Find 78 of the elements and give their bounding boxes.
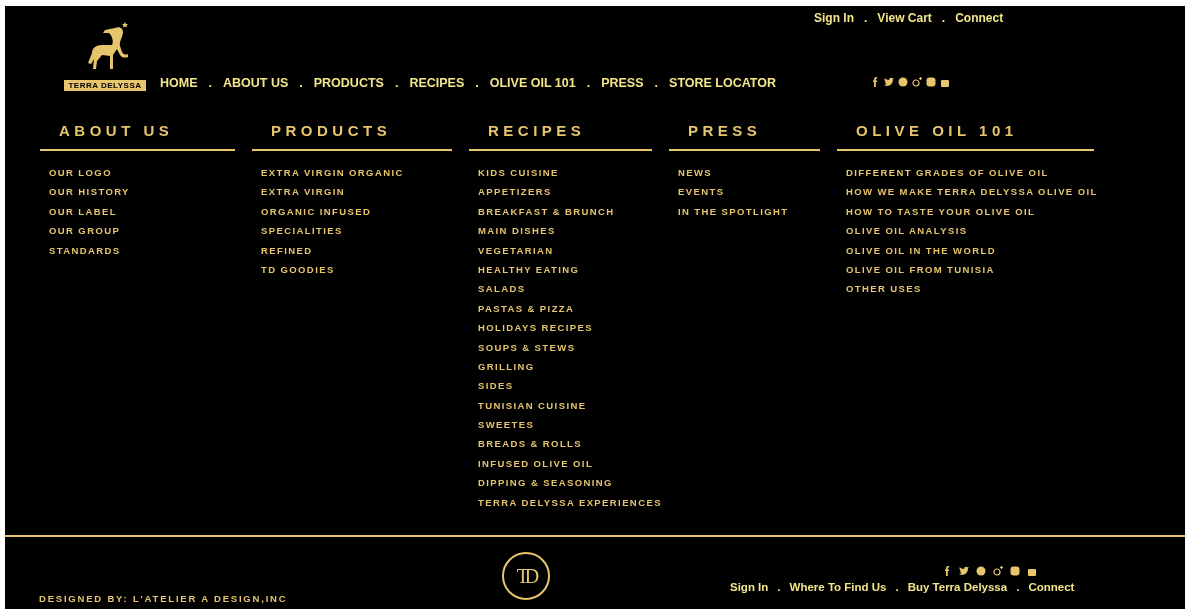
nav-link[interactable]: ABOUT US [223, 76, 289, 90]
footer-link[interactable]: Buy Terra Delyssa [907, 581, 1008, 593]
menu-link[interactable]: TUNISIAN CUISINE [478, 399, 587, 411]
menu-link[interactable]: HEALTHY EATING [478, 263, 580, 275]
footer-link[interactable]: Connect [1028, 581, 1075, 593]
footer-link[interactable]: Where To Find Us [789, 581, 887, 593]
menu-link[interactable]: OLIVE OIL FROM TUNISIA [846, 263, 995, 275]
menu-heading: ABOUT US [40, 118, 235, 151]
menu-link[interactable]: SPECIALITIES [261, 225, 343, 237]
menu-link[interactable]: HOW WE MAKE TERRA DELYSSA OLIVE OIL [846, 186, 1098, 198]
menu-link[interactable]: OUR LABEL [49, 205, 117, 217]
menu-link[interactable]: OUR HISTORY [49, 186, 130, 198]
facebook-icon[interactable] [870, 77, 880, 87]
menu-link[interactable]: HOLIDAYS RECIPES [478, 322, 593, 334]
header-link[interactable]: Sign In [814, 11, 854, 25]
separator-dot: . [895, 581, 899, 593]
menu-link[interactable]: EXTRA VIRGIN [261, 186, 345, 198]
menu-link[interactable]: HOW TO TASTE YOUR OLIVE OIL [846, 205, 1036, 217]
nav-link[interactable]: PRESS [601, 76, 644, 90]
menu-heading: OLIVE OIL 101 [837, 118, 1094, 151]
separator-dot: . [475, 76, 479, 90]
separator-dot: . [777, 581, 781, 593]
google-plus-icon[interactable] [912, 77, 922, 87]
nav-link[interactable]: STORE LOCATOR [669, 76, 776, 90]
separator-dot: . [586, 76, 591, 90]
menu-link[interactable]: KIDS CUISINE [478, 167, 559, 178]
menu-link[interactable]: SIDES [478, 380, 514, 392]
twitter-icon[interactable] [959, 566, 969, 576]
menu-link[interactable]: REFINED [261, 244, 313, 256]
separator-dot: . [941, 11, 946, 25]
nav-link[interactable]: PRODUCTS [313, 76, 384, 90]
facebook-icon[interactable] [942, 566, 952, 576]
menu-link[interactable]: EVENTS [678, 186, 725, 198]
nav-link[interactable]: OLIVE OIL 101 [489, 76, 576, 90]
header-link[interactable]: View Cart [877, 11, 932, 25]
menu-link[interactable]: TERRA DELYSSA EXPERIENCES [478, 496, 662, 508]
menu-link[interactable]: SWEETES [478, 419, 535, 431]
menu-link[interactable]: DIFFERENT GRADES OF OLIVE OIL [846, 167, 1049, 178]
menu-link[interactable]: PASTAS & PIZZA [478, 302, 575, 314]
menu-link[interactable]: APPETIZERS [478, 186, 552, 198]
menu-heading: PRODUCTS [252, 118, 452, 151]
google-plus-icon[interactable] [993, 566, 1003, 576]
menu-link[interactable]: INFUSED OLIVE OIL [478, 457, 594, 469]
menu-link[interactable]: BREAKFAST & BRUNCH [478, 205, 615, 217]
separator-dot: . [394, 76, 399, 90]
header-link[interactable]: Connect [955, 11, 1004, 25]
nav-link[interactable]: HOME [160, 76, 198, 90]
menu-link[interactable]: EXTRA VIRGIN ORGANIC [261, 167, 404, 178]
menu-link[interactable]: TD GOODIES [261, 263, 335, 275]
menu-link[interactable]: IN THE SPOTLIGHT [678, 205, 789, 217]
separator-dot: . [1016, 581, 1020, 593]
twitter-icon[interactable] [884, 77, 894, 87]
menu-link[interactable]: ORGANIC INFUSED [261, 205, 372, 217]
menu-heading: PRESS [669, 118, 820, 151]
menu-link[interactable]: NEWS [678, 167, 713, 178]
designer-credit: DESIGNED BY: L'ATELIER A DESIGN,INC [39, 593, 288, 604]
menu-heading: RECIPES [469, 118, 652, 151]
separator-dot: . [654, 76, 659, 90]
footer-link[interactable]: Sign In [730, 581, 769, 593]
menu-link[interactable]: OLIVE OIL IN THE WORLD [846, 244, 996, 256]
separator-dot: . [864, 11, 868, 25]
menu-link[interactable]: MAIN DISHES [478, 225, 556, 237]
menu-link[interactable]: GRILLING [478, 360, 535, 372]
menu-link[interactable]: STANDARDS [49, 244, 121, 256]
nav-link[interactable]: RECIPES [409, 76, 465, 90]
monogram-logo: TD [502, 552, 550, 600]
separator-dot: . [299, 76, 303, 90]
menu-link[interactable]: OTHER USES [846, 283, 922, 295]
menu-link[interactable]: VEGETARIAN [478, 244, 554, 256]
menu-link[interactable]: SALADS [478, 283, 526, 295]
menu-link[interactable]: OUR LOGO [49, 167, 112, 178]
menu-link[interactable]: DIPPING & SEASONING [478, 477, 613, 489]
menu-link[interactable]: SOUPS & STEWS [478, 341, 576, 353]
menu-link[interactable]: BREADS & ROLLS [478, 438, 583, 450]
logo-wordmark: TERRA DELYSSA [64, 80, 146, 91]
menu-link[interactable]: OUR GROUP [49, 225, 121, 237]
menu-link[interactable]: OLIVE OIL ANALYSIS [846, 225, 968, 237]
separator-dot: . [208, 76, 212, 90]
